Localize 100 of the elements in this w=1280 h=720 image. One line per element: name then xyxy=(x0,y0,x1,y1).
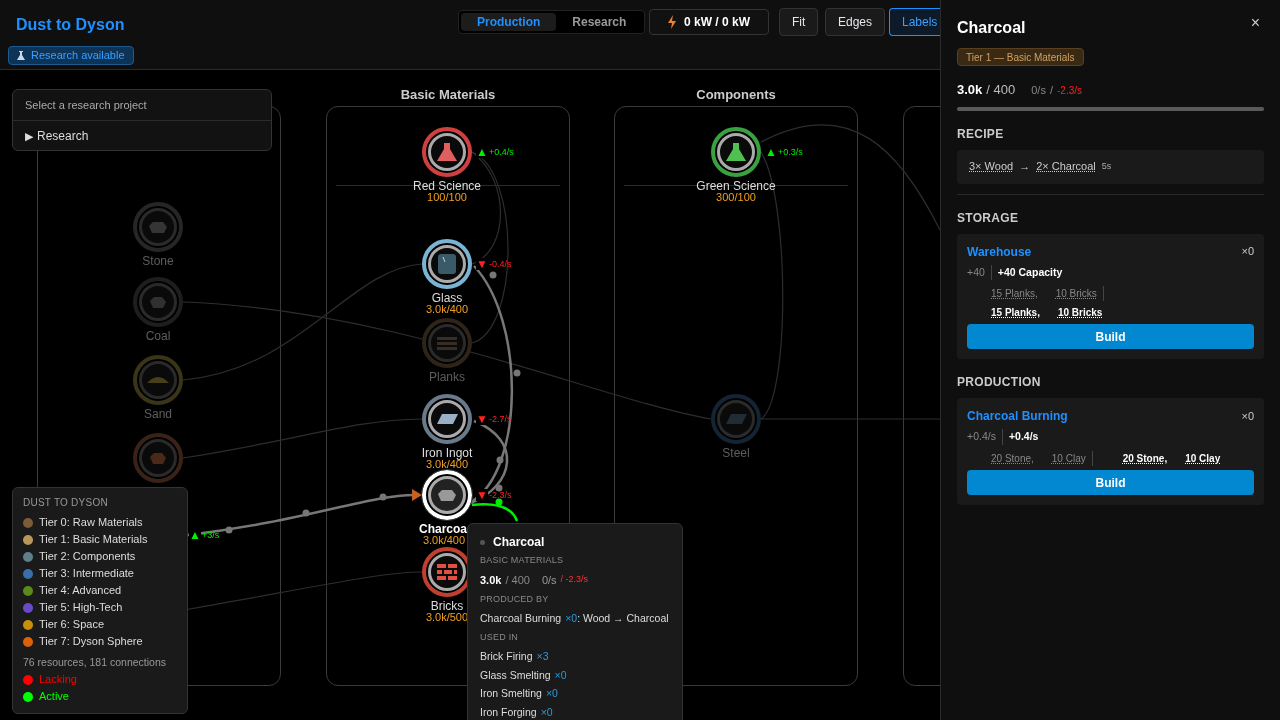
close-button[interactable]: × xyxy=(1250,16,1260,30)
tier-label: Tier 4: Advanced xyxy=(39,583,122,599)
resource-node[interactable] xyxy=(422,394,472,444)
effect-value: +40 Capacity xyxy=(996,264,1063,280)
tooltip-rate: 0/s xyxy=(541,572,557,588)
cost-item: 10 Bricks xyxy=(1057,306,1103,321)
node-label: Sand xyxy=(144,407,172,421)
node-label: Coal xyxy=(145,329,171,343)
section-heading: STORAGE xyxy=(957,209,1020,227)
research-available-button[interactable]: Research available xyxy=(8,46,134,65)
recipe-name: Iron Smelting xyxy=(480,686,542,702)
tier-label: Tier 1: Basic Materials xyxy=(39,532,148,548)
rate-label: -0.4/s xyxy=(488,259,512,269)
capacity-value: / 400 xyxy=(986,81,1016,99)
node-label: Red Science xyxy=(413,179,481,193)
recipe-formula: : Wood → Charcoal xyxy=(577,611,669,627)
tier-label: Tier 5: High-Tech xyxy=(39,600,123,616)
building-count: ×0 xyxy=(1241,409,1254,424)
bricks-icon xyxy=(437,564,457,580)
node-label: Stone xyxy=(142,254,174,268)
recipe-count: ×0 xyxy=(554,667,567,683)
resource-node[interactable] xyxy=(422,318,472,368)
recipe-name: Charcoal Burning xyxy=(480,611,562,627)
cost-item: 10 Clay xyxy=(1185,452,1221,466)
research-toggle[interactable]: ▶ Research xyxy=(13,121,101,151)
cost-item: 10 Clay xyxy=(1051,452,1086,466)
rate-label: -2.7/s xyxy=(488,414,512,424)
cost-item: 15 Planks, xyxy=(991,287,1038,302)
node-label: Charcoa xyxy=(419,522,467,536)
section-label: USED IN xyxy=(480,631,520,645)
tier-label: Tier 0: Raw Materials xyxy=(39,515,143,531)
resource-node[interactable] xyxy=(711,127,761,177)
recipe-count: ×3 xyxy=(536,649,549,665)
ingot-icon xyxy=(725,414,747,424)
effect-value: +0.4/s xyxy=(1007,429,1039,445)
tooltip-title: Charcoal xyxy=(493,534,545,551)
app-title: Dust to Dyson xyxy=(16,15,125,35)
view-tab[interactable]: Research xyxy=(556,13,643,31)
effect-base: +40 xyxy=(967,264,992,281)
node-amount: 3.0k/400 xyxy=(425,459,469,470)
resource-node[interactable] xyxy=(422,239,472,289)
product-label: 2× Charcoal xyxy=(1036,159,1096,175)
flask-icon xyxy=(726,143,746,161)
flask-icon xyxy=(437,143,457,161)
research-select[interactable]: Select a research project xyxy=(13,90,271,121)
build-button[interactable]: Build xyxy=(967,324,1254,350)
tooltip-capacity: / 400 xyxy=(505,572,530,588)
recipe-time: 5s xyxy=(1101,159,1112,173)
recipe-count: ×0 xyxy=(540,704,553,720)
planks-icon xyxy=(437,336,457,350)
node-label: Glass xyxy=(431,291,463,305)
recipe-count: ×0 xyxy=(545,686,558,702)
rate-label: +0.4/s xyxy=(488,147,514,157)
resource-node[interactable] xyxy=(133,277,183,327)
legend-title: DUST TO DYSON xyxy=(23,496,109,510)
amount-value: 3.0k xyxy=(957,81,983,99)
rate-label: +3/s xyxy=(201,530,220,540)
resource-node[interactable] xyxy=(133,355,183,405)
rate-value: 0/s xyxy=(1031,83,1046,98)
cost-item: 20 Stone, xyxy=(1122,452,1168,466)
cost-item: 20 Stone, xyxy=(991,452,1034,466)
ingot-icon xyxy=(436,414,458,424)
node-label: Steel xyxy=(722,446,750,460)
effect-base: +0.4/s xyxy=(967,429,1003,445)
node-amount: 3.0k/500 xyxy=(425,612,469,623)
node-amount: 300/100 xyxy=(716,192,756,203)
building-name[interactable]: Warehouse xyxy=(967,242,1032,261)
node-amount: 3.0k/400 xyxy=(422,535,466,546)
toolbar-button[interactable]: Labels xyxy=(889,8,940,36)
ore-icon xyxy=(150,452,166,464)
status-label: Active xyxy=(39,689,69,705)
stone-icon xyxy=(150,296,166,308)
build-button[interactable]: Build xyxy=(967,470,1254,495)
toolbar-button[interactable]: Fit xyxy=(779,8,819,36)
tier-label: Tier 3: Intermediate xyxy=(39,566,134,582)
tooltip-amount: 3.0k xyxy=(480,572,502,588)
resource-node[interactable] xyxy=(133,433,183,483)
building-name[interactable]: Charcoal Burning xyxy=(967,407,1068,426)
resource-node[interactable] xyxy=(422,127,472,177)
group-title: Components xyxy=(695,86,777,104)
panel-title: Charcoal xyxy=(957,18,1026,38)
view-tab[interactable]: Production xyxy=(461,13,557,31)
rate-label: +0.3/s xyxy=(777,147,803,157)
toolbar-button[interactable]: Edges xyxy=(825,8,886,36)
node-label: Green Science xyxy=(696,179,776,193)
resource-node[interactable] xyxy=(711,394,761,444)
building-count: ×0 xyxy=(1241,244,1254,260)
resource-node[interactable] xyxy=(133,202,183,252)
flask-icon xyxy=(17,51,25,60)
status-label: Lacking xyxy=(39,672,77,688)
tier-label: Tier 6: Space xyxy=(39,617,104,633)
rate-label: -2.3/s xyxy=(488,490,512,500)
tier-badge: Tier 1 — Basic Materials xyxy=(957,48,1084,66)
node-label: Iron Ingot xyxy=(421,446,473,460)
ingredient-label: 3× Wood xyxy=(969,159,1014,175)
glass-pane-icon xyxy=(438,254,456,274)
tooltip-category: BASIC MATERIALS xyxy=(480,553,565,567)
tooltip-drain: / -2.3/s xyxy=(560,573,589,587)
stone-icon xyxy=(149,221,167,233)
power-display: 0 kW / 0 kW xyxy=(649,9,769,35)
